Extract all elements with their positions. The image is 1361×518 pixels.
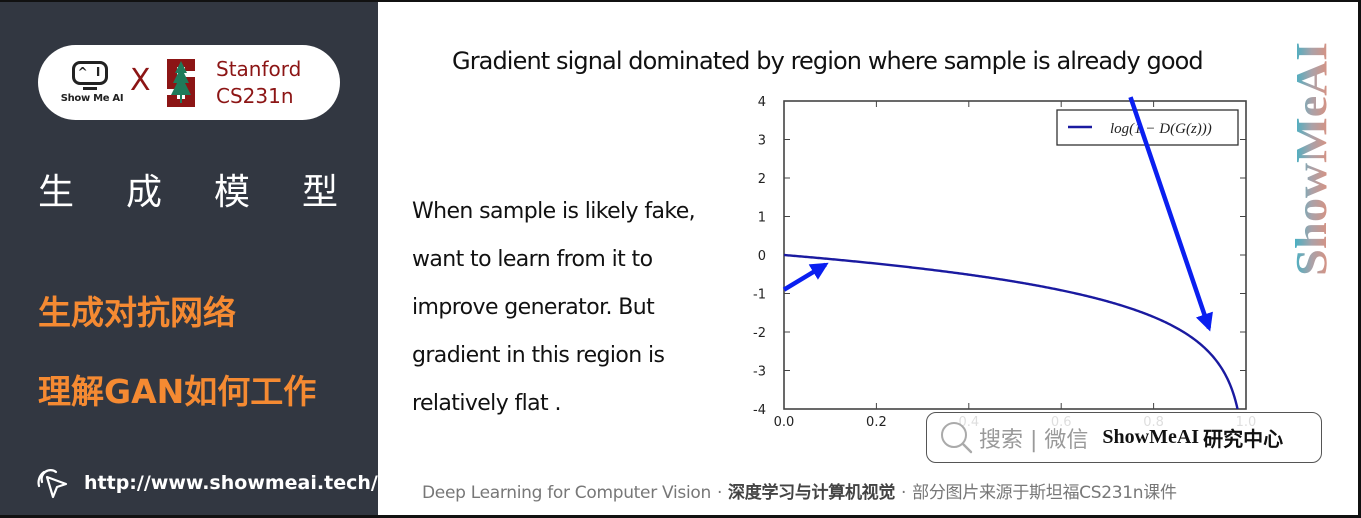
logo-banner[interactable]: ^ I Show Me AI X Stanford CS231n — [38, 45, 340, 120]
collab-cross: X — [130, 63, 151, 98]
course-label: CS231n — [216, 84, 294, 108]
y-tick-label: 3 — [758, 134, 766, 149]
cursor-click-icon — [37, 469, 68, 499]
y-tick-label: -2 — [753, 326, 766, 341]
footer-course-en: Deep Learning for Computer Vision — [422, 483, 711, 503]
section-title-char: 模 — [213, 172, 250, 213]
footer-separator: · — [716, 483, 723, 503]
search-wechat-box[interactable]: 搜索 | 微信 ShowMeAI 研究中心 — [926, 412, 1322, 463]
website-link[interactable]: http://www.showmeai.tech/ — [36, 466, 378, 500]
footer-credit: 部分图片来源于斯坦福CS231n课件 — [912, 483, 1177, 503]
stanford-label: Stanford — [216, 57, 302, 81]
y-tick-label: 2 — [758, 172, 766, 187]
body-line: When sample is likely fake, — [412, 199, 696, 224]
footer-separator: · — [901, 483, 907, 503]
logo-face: ^ I — [77, 65, 103, 79]
search-suffix: 研究中心 — [1203, 427, 1284, 451]
monitor-stand — [83, 87, 97, 90]
y-tick-label: 0 — [758, 249, 766, 264]
topic-how-gan-works: 理解GAN如何工作 — [38, 372, 317, 411]
body-line: improve generator. But — [412, 295, 655, 320]
sidebar: ^ I Show Me AI X Stanford CS231n 生 成 模 型… — [0, 0, 378, 518]
brand-vertical-text: ShowMeAI — [1288, 42, 1334, 276]
body-line: gradient in this region is — [412, 343, 665, 368]
y-tick-label: -1 — [753, 288, 766, 303]
stanford-tree-icon — [167, 59, 195, 107]
plot-frame — [783, 100, 1247, 410]
logo-text: Show Me AI — [60, 93, 124, 104]
section-title: 生 成 模 型 — [38, 163, 338, 215]
slide-title: Gradient signal dominated by region wher… — [452, 47, 1204, 75]
legend: log(1 − D(G(z))) — [1056, 109, 1239, 146]
search-icon — [941, 421, 973, 453]
legend-label: log(1 − D(G(z))) — [1110, 121, 1212, 137]
topic-gan: 生成对抗网络 — [38, 293, 236, 332]
section-title-char: 型 — [301, 172, 338, 213]
footer: Deep Learning for Computer Vision · 深度学习与计… — [422, 478, 1177, 503]
monitor-icon: ^ I — [72, 61, 108, 85]
search-hint: 搜索 | 微信 — [979, 427, 1089, 453]
footer-course-cn: 深度学习与计算机视觉 — [728, 483, 896, 503]
body-line: relatively flat . — [412, 391, 561, 416]
search-brand: ShowMeAI — [1102, 426, 1200, 448]
y-tick-label: -4 — [753, 403, 766, 418]
y-tick-label: 1 — [758, 211, 766, 226]
loss-chart: 43210-1-2-3-4 0.00.20.40.60.81.0 log(1 −… — [753, 95, 1256, 430]
slide-body: When sample is likely fake, want to lear… — [412, 194, 742, 434]
body-line: want to learn from it to — [412, 247, 653, 272]
website-url[interactable]: http://www.showmeai.tech/ — [84, 472, 378, 494]
section-title-char: 成 — [125, 172, 162, 213]
x-tick-label: 0.2 — [866, 415, 887, 430]
y-tick-label: 4 — [758, 95, 766, 110]
showmeai-vertical-brand: ShowMeAI — [1288, 42, 1334, 276]
x-tick-label: 0.0 — [774, 415, 795, 430]
section-title-char: 生 — [38, 172, 75, 213]
stanford-course: Stanford CS231n — [216, 56, 301, 110]
showmeai-logo: ^ I Show Me AI — [58, 59, 126, 107]
y-tick-label: -3 — [753, 365, 766, 380]
